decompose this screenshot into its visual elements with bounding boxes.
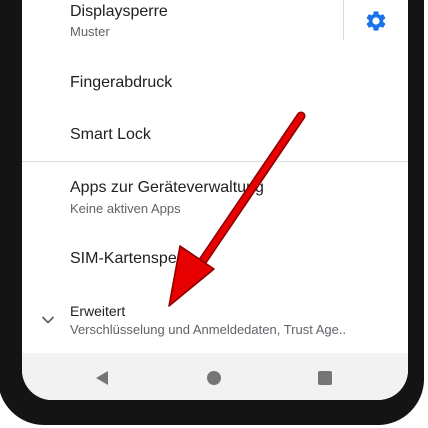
vertical-divider — [343, 0, 344, 40]
setting-title: Displaysperre — [70, 3, 168, 20]
back-triangle-icon[interactable] — [93, 369, 111, 387]
setting-title: Smart Lock — [70, 126, 151, 143]
screenshot: Displaysperre Muster Fingerabdruck Smart… — [0, 0, 428, 428]
gear-icon[interactable] — [364, 9, 388, 33]
setting-title: SIM-Kartensperre — [70, 250, 197, 267]
home-circle-icon[interactable] — [206, 370, 222, 386]
setting-subtitle: Keine aktiven Apps — [70, 201, 181, 216]
setting-subtitle: Muster — [70, 24, 110, 39]
recents-square-icon[interactable] — [317, 370, 333, 386]
section-divider — [22, 161, 408, 162]
setting-title: Fingerabdruck — [70, 74, 173, 91]
setting-title: Apps zur Geräteverwaltung — [70, 179, 264, 196]
setting-subtitle: Verschlüsselung und Anmeldedaten, Trust … — [70, 322, 347, 337]
phone-screen — [22, 0, 408, 400]
setting-title: Erweitert — [70, 303, 126, 319]
chevron-down-icon — [42, 316, 54, 324]
